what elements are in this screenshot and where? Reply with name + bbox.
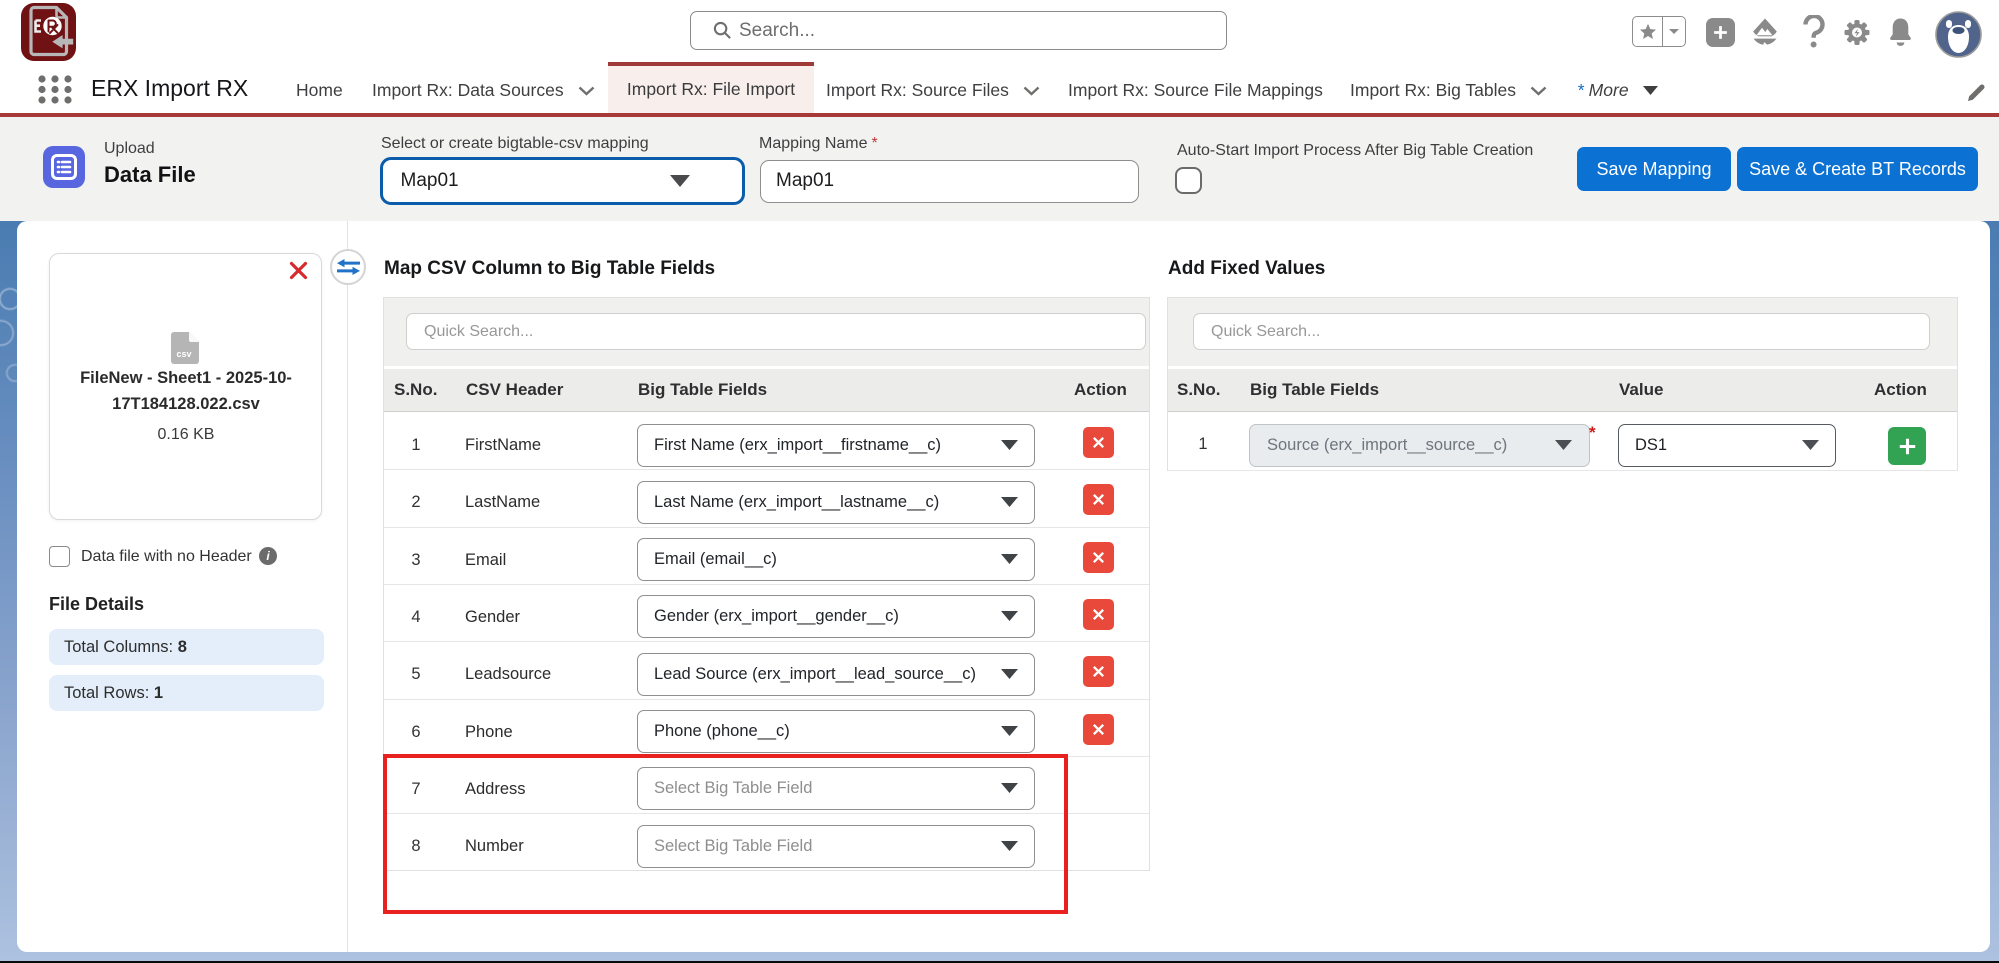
svg-text:csv: csv — [177, 349, 192, 359]
